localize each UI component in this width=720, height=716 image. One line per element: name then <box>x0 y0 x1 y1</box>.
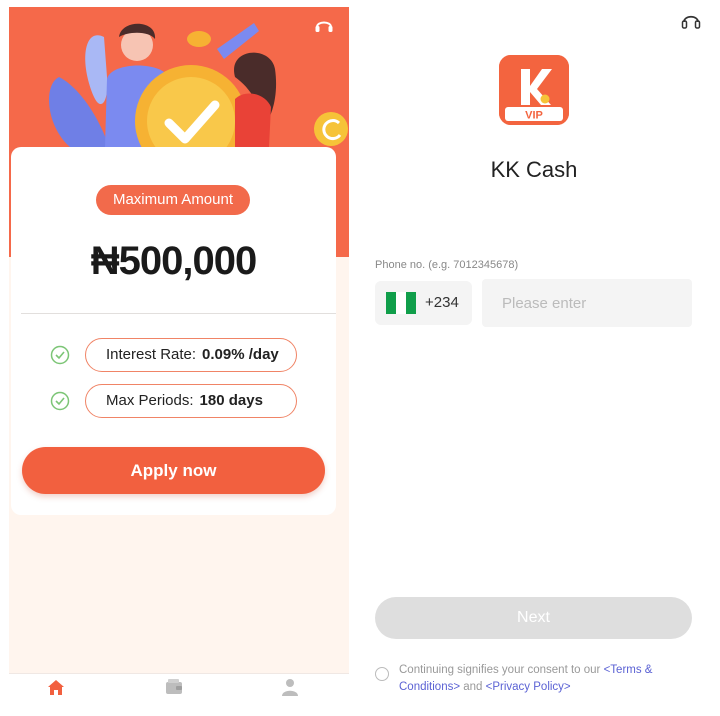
loan-home-screen: Maximum Amount ₦500,000 Interest Rate: 0.… <box>9 7 349 709</box>
feature-label: Interest Rate: <box>106 346 197 363</box>
max-periods-feature: Max Periods: 180 days <box>85 384 297 418</box>
consent-checkbox[interactable] <box>375 667 389 681</box>
apply-now-button[interactable]: Apply now <box>22 447 325 494</box>
check-circle-icon <box>50 345 70 365</box>
home-icon <box>48 680 64 695</box>
app-name: KK Cash <box>490 157 578 182</box>
check-circle-icon <box>50 391 70 411</box>
tab-me[interactable] <box>255 678 325 701</box>
tab-repayment[interactable] <box>139 678 209 701</box>
app-logo-mark: VIP <box>499 55 569 125</box>
customer-service-icon[interactable] <box>680 10 702 32</box>
loan-offer-card: Maximum Amount ₦500,000 Interest Rate: 0.… <box>11 147 336 515</box>
customer-service-icon[interactable] <box>313 15 335 37</box>
consent-text: Continuing signifies your consent to our… <box>399 662 699 696</box>
vip-badge: VIP <box>525 110 543 122</box>
max-amount-badge: Maximum Amount <box>96 185 250 215</box>
feature-label: Max Periods: <box>106 392 194 409</box>
user-icon <box>282 679 298 696</box>
loan-amount: ₦500,000 <box>90 239 257 283</box>
feature-value: 180 days <box>199 392 263 409</box>
divider <box>21 313 336 314</box>
feature-value: 0.09% /day <box>202 346 279 363</box>
phone-field-label: Phone no. (e.g. 7012345678) <box>375 259 519 271</box>
wallet-icon <box>166 679 182 694</box>
interest-rate-feature: Interest Rate: 0.09% /day <box>85 338 297 372</box>
next-button[interactable]: Next <box>375 597 692 639</box>
consent-prefix: Continuing signifies your consent to our <box>399 664 604 676</box>
app-logo: VIP <box>499 55 569 125</box>
consent-middle: and <box>460 681 486 693</box>
nigeria-flag-icon <box>386 292 416 314</box>
bottom-tab-bar <box>9 673 349 709</box>
tab-home[interactable] <box>21 678 91 701</box>
screens-stage: Maximum Amount ₦500,000 Interest Rate: 0.… <box>0 0 720 716</box>
country-code-selector[interactable]: +234 <box>375 281 472 325</box>
phone-number-input[interactable] <box>482 279 692 327</box>
privacy-link[interactable]: <Privacy Policy> <box>486 681 571 693</box>
country-code: +234 <box>425 294 459 311</box>
